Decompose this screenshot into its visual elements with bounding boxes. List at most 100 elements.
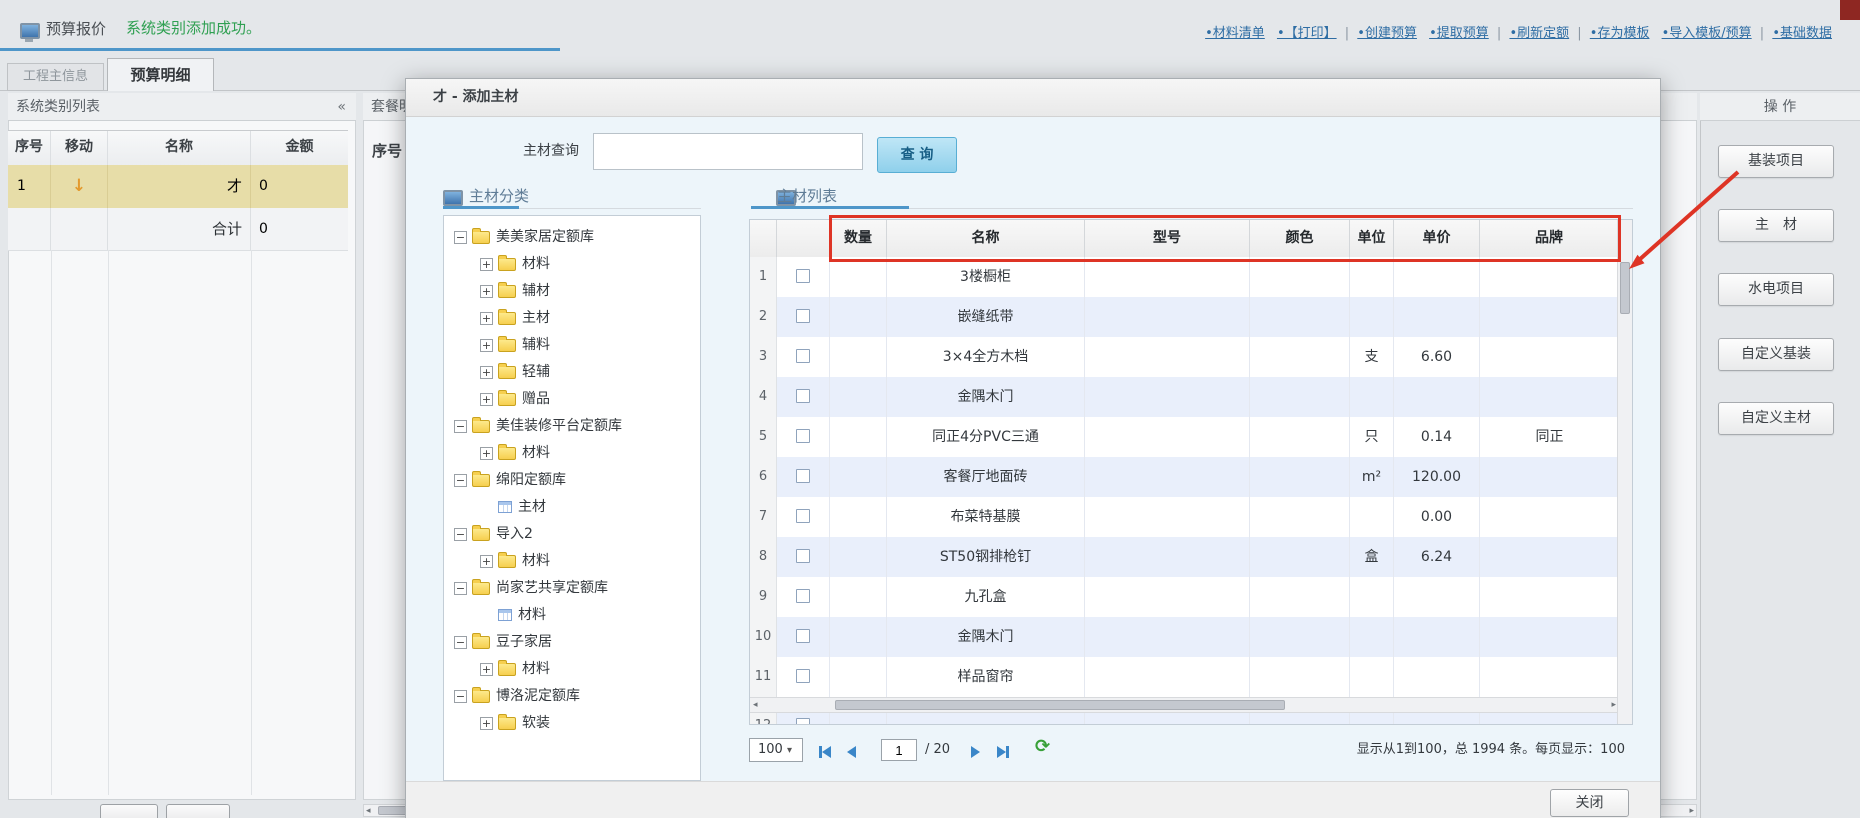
material-row[interactable]: 4金隅木门 (750, 377, 1632, 417)
tree-item-label[interactable]: 材料 (522, 445, 550, 461)
expand-icon[interactable]: + (480, 717, 493, 730)
tree-item-label[interactable]: 主材 (518, 499, 546, 515)
col-brand[interactable]: 品牌 (1480, 220, 1619, 257)
material-row[interactable]: 5同正4分PVC三通只0.14同正 (750, 417, 1632, 457)
search-button[interactable]: 查 询 (877, 137, 957, 173)
tree-item-label[interactable]: 美美家居定额库 (496, 229, 594, 245)
material-row[interactable]: 2嵌缝纸带 (750, 297, 1632, 337)
expand-icon[interactable]: + (480, 312, 493, 325)
collapse-icon[interactable]: − (454, 474, 467, 487)
link-import-template[interactable]: •导入模板/预算 (1662, 26, 1752, 41)
tab-project-info[interactable]: 工程主信息 (7, 63, 104, 91)
material-search-input[interactable] (593, 133, 863, 170)
expand-icon[interactable]: + (480, 663, 493, 676)
collapse-panel-icon[interactable]: « (337, 93, 346, 121)
first-page-icon[interactable] (819, 743, 831, 762)
move-down-icon[interactable]: ↓ (51, 165, 108, 208)
tree-item-label[interactable]: 软装 (522, 715, 550, 731)
dialog-titlebar[interactable]: 才 - 添加主材 (406, 79, 1660, 117)
list-hscrollbar[interactable]: ◂ ▸ (750, 697, 1619, 713)
collapse-icon[interactable]: − (454, 528, 467, 541)
link-create-budget[interactable]: •创建预算 (1357, 26, 1417, 41)
row-checkbox[interactable] (796, 509, 810, 523)
expand-icon[interactable]: + (480, 258, 493, 271)
material-row[interactable]: 8ST50钢排枪钉盒6.24 (750, 537, 1632, 577)
collapse-icon[interactable]: − (454, 636, 467, 649)
last-page-icon[interactable] (997, 743, 1009, 762)
tree-item-label[interactable]: 绵阳定额库 (496, 472, 566, 488)
col-model[interactable]: 型号 (1085, 220, 1250, 257)
ops-button-custom-base[interactable]: 自定义基装 (1718, 338, 1834, 371)
tree-item-label[interactable]: 尚家艺共享定额库 (496, 580, 608, 596)
collapse-icon[interactable]: − (454, 231, 467, 244)
partial-button[interactable] (100, 804, 158, 818)
collapse-icon[interactable]: − (454, 582, 467, 595)
expand-icon[interactable]: + (480, 366, 493, 379)
link-extract-budget[interactable]: •提取预算 (1429, 26, 1489, 41)
tree-item-label[interactable]: 主材 (522, 310, 550, 326)
expand-icon[interactable]: + (480, 447, 493, 460)
tree-item-label[interactable]: 赠品 (522, 391, 550, 407)
tree-item-label[interactable]: 轻辅 (522, 364, 550, 380)
row-checkbox[interactable] (796, 389, 810, 403)
ops-button-plumbing[interactable]: 水电项目 (1718, 273, 1834, 306)
material-row[interactable]: 9九孔盒 (750, 577, 1632, 617)
row-checkbox[interactable] (796, 349, 810, 363)
row-checkbox[interactable] (796, 589, 810, 603)
partial-button[interactable] (166, 804, 230, 818)
link-print[interactable]: •【打印】 (1277, 26, 1337, 41)
tree-item-label[interactable]: 辅材 (522, 283, 550, 299)
col-qty[interactable]: 数量 (830, 220, 887, 257)
tree-item-label[interactable]: 材料 (518, 607, 546, 623)
row-checkbox[interactable] (796, 629, 810, 643)
tree-item-label[interactable]: 材料 (522, 256, 550, 272)
refresh-icon[interactable]: ⟳ (1035, 736, 1050, 757)
list-vscroll-thumb[interactable] (1620, 262, 1630, 314)
expand-icon[interactable]: + (480, 285, 493, 298)
tree-item-label[interactable]: 博洛泥定额库 (496, 688, 580, 704)
category-row-selected[interactable]: 1↓才0 (8, 165, 348, 209)
tree-item-label[interactable]: 材料 (522, 661, 550, 677)
tab-budget-detail[interactable]: 预算明细 (107, 58, 214, 91)
row-checkbox[interactable] (796, 309, 810, 323)
link-refresh-quota[interactable]: •刷新定额 (1509, 26, 1569, 41)
expand-icon[interactable]: + (480, 339, 493, 352)
scroll-left-icon[interactable]: ◂ (753, 700, 758, 710)
material-row[interactable]: 6客餐厅地面砖m²120.00 (750, 457, 1632, 497)
col-name[interactable]: 名称 (887, 220, 1085, 257)
material-row[interactable]: 7布菜特基膜0.00 (750, 497, 1632, 537)
expand-icon[interactable]: + (480, 393, 493, 406)
scroll-right-icon[interactable]: ▸ (1611, 700, 1616, 710)
ops-button-main-material[interactable]: 主 材 (1718, 209, 1834, 242)
scroll-right-icon[interactable]: ▸ (1689, 806, 1694, 816)
collapse-icon[interactable]: − (454, 420, 467, 433)
row-checkbox[interactable] (796, 269, 810, 283)
row-checkbox[interactable] (796, 718, 810, 725)
row-checkbox[interactable] (796, 429, 810, 443)
material-row[interactable]: 10金隅木门 (750, 617, 1632, 657)
collapse-icon[interactable]: − (454, 690, 467, 703)
ops-button-custom-main[interactable]: 自定义主材 (1718, 402, 1834, 435)
link-material-list[interactable]: •材料清单 (1205, 26, 1265, 41)
page-size-select[interactable]: 100 ▾ (749, 738, 803, 762)
list-vscrollbar[interactable] (1617, 220, 1632, 725)
page-number-input[interactable] (881, 739, 917, 761)
material-row-partial[interactable]: 12 (750, 713, 1632, 725)
col-price[interactable]: 单价 (1394, 220, 1480, 257)
material-row[interactable]: 11样品窗帘 (750, 657, 1632, 697)
link-save-template[interactable]: •存为模板 (1590, 26, 1650, 41)
material-row[interactable]: 13楼橱柜 (750, 257, 1632, 297)
scroll-left-icon[interactable]: ◂ (366, 806, 371, 816)
prev-page-icon[interactable] (847, 743, 856, 762)
expand-icon[interactable]: + (480, 555, 493, 568)
tree-item-label[interactable]: 豆子家居 (496, 634, 552, 650)
col-color[interactable]: 颜色 (1250, 220, 1350, 257)
row-checkbox[interactable] (796, 469, 810, 483)
link-base-data[interactable]: •基础数据 (1772, 26, 1832, 41)
tree-item-label[interactable]: 导入2 (496, 526, 533, 542)
row-checkbox[interactable] (796, 669, 810, 683)
ops-button-base-items[interactable]: 基装项目 (1718, 145, 1834, 178)
col-unit[interactable]: 单位 (1350, 220, 1394, 257)
list-hscroll-thumb[interactable] (835, 700, 1285, 710)
material-row[interactable]: 33×4全方木档支6.60 (750, 337, 1632, 377)
